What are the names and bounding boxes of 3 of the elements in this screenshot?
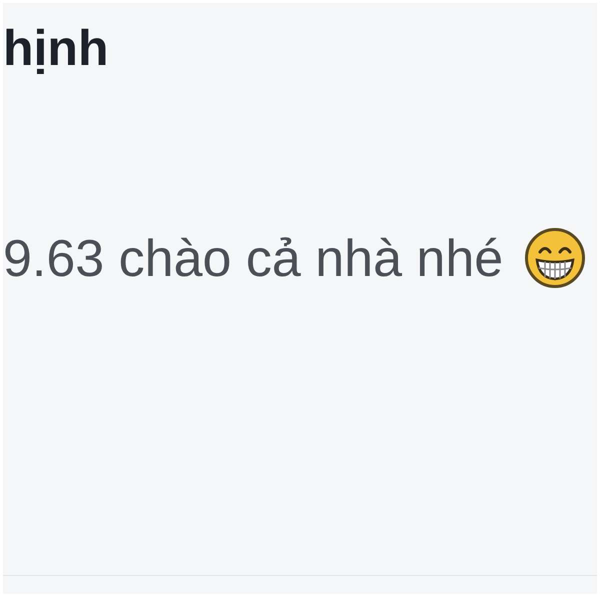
comment-text: 9.63 chào cả nhà nhé (3, 229, 504, 290)
grinning-face-icon (525, 228, 586, 288)
commenter-name: hịnh (3, 19, 109, 78)
